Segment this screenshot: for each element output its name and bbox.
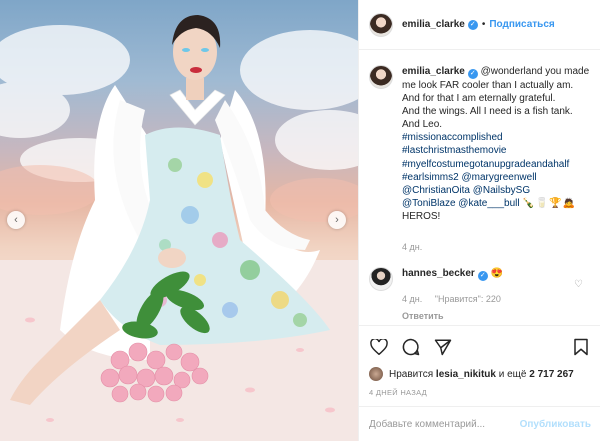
add-comment-bar: Опубликовать [359, 406, 600, 441]
author-avatar[interactable] [369, 12, 393, 37]
reply-likes[interactable]: "Нравится": 220 [435, 294, 501, 304]
post-time-ago[interactable]: 4 дней назад [369, 388, 591, 397]
caption-body: emilia_clarke ✓ @wonderland you made me l… [402, 65, 591, 254]
previous-photo-button[interactable]: ‹ [7, 211, 25, 229]
reply-body: hannes_becker ✓ 😍 4 дн. "Нравится": 220 О… [402, 267, 591, 323]
publish-button[interactable]: Опубликовать [520, 419, 591, 430]
comment-bubble-icon[interactable] [401, 337, 421, 357]
next-photo-button[interactable]: › [328, 211, 346, 229]
post-header: emilia_clarke ✓ • Подписаться [359, 0, 600, 50]
reply-author-avatar[interactable] [369, 267, 393, 292]
post-side-panel: emilia_clarke ✓ • Подписаться emilia_cla… [358, 0, 600, 441]
share-send-icon[interactable] [433, 337, 453, 357]
caption-emoji: 🍾🥛🏆🙇 [522, 197, 577, 209]
verified-badge-icon: ✓ [467, 19, 478, 30]
post-actions: Нравится lesia_nikituk и ещё 2 717 267 4… [359, 325, 600, 397]
header-separator: • [481, 19, 486, 30]
reply-meta: 4 дн. "Нравится": 220 [402, 293, 591, 306]
hashtag-link[interactable]: #lastchristmasthemovie [402, 145, 506, 156]
likes-prefix: Нравится [389, 368, 434, 380]
caption-text-line: And Leo. [402, 119, 443, 131]
mention-line[interactable]: #earlsimms2 @marygreenwell [402, 172, 537, 183]
post-photo[interactable]: ‹ › [0, 0, 358, 441]
caption-author-avatar[interactable] [369, 65, 393, 89]
caption-closing: HEROS! [402, 210, 441, 222]
caption-username[interactable]: emilia_clarke [402, 66, 465, 77]
verified-badge-icon: ✓ [467, 69, 478, 79]
caption-text-line: And for that I am eternally grateful. [402, 93, 556, 105]
comments-list[interactable]: emilia_clarke ✓ @wonderland you made me l… [359, 51, 600, 325]
caption-text-line: And the wings. All I need is a fish tank… [402, 106, 573, 118]
liker-avatar[interactable] [369, 367, 383, 381]
reply-username[interactable]: hannes_becker [402, 268, 475, 279]
mention-line[interactable]: @ChristianOita @NailsbySG [402, 185, 530, 196]
like-comment-heart-icon[interactable]: ♡ [574, 279, 583, 290]
action-icons [369, 334, 591, 360]
likes-summary: Нравится lesia_nikituk и ещё 2 717 267 [369, 367, 591, 381]
likes-count[interactable]: 2 717 267 [529, 369, 574, 380]
reply-time[interactable]: 4 дн. [402, 294, 422, 304]
like-heart-icon[interactable] [369, 337, 389, 357]
hashtag-link[interactable]: #myelfcostumegotanupgradeandahalf [402, 159, 569, 170]
reply-text: 😍 [490, 268, 504, 280]
comment-input[interactable] [369, 418, 520, 430]
follow-button[interactable]: Подписаться [489, 19, 554, 30]
liker-username[interactable]: lesia_nikituk [436, 369, 496, 380]
save-bookmark-icon[interactable] [571, 337, 591, 357]
author-username[interactable]: emilia_clarke [402, 19, 465, 30]
photo-artwork [0, 15, 358, 441]
likes-middle: и ещё [498, 368, 527, 380]
caption-time[interactable]: 4 дн. [402, 241, 591, 254]
verified-badge-icon: ✓ [477, 271, 488, 282]
reply-button[interactable]: Ответить [402, 310, 591, 323]
mention-line[interactable]: @ToniBlaze @kate___bull [402, 198, 520, 209]
caption-comment: emilia_clarke ✓ @wonderland you made me l… [369, 65, 591, 254]
reply-comment: hannes_becker ✓ 😍 4 дн. "Нравится": 220 О… [369, 267, 591, 323]
hashtag-link[interactable]: #missionaccomplished [402, 132, 503, 143]
